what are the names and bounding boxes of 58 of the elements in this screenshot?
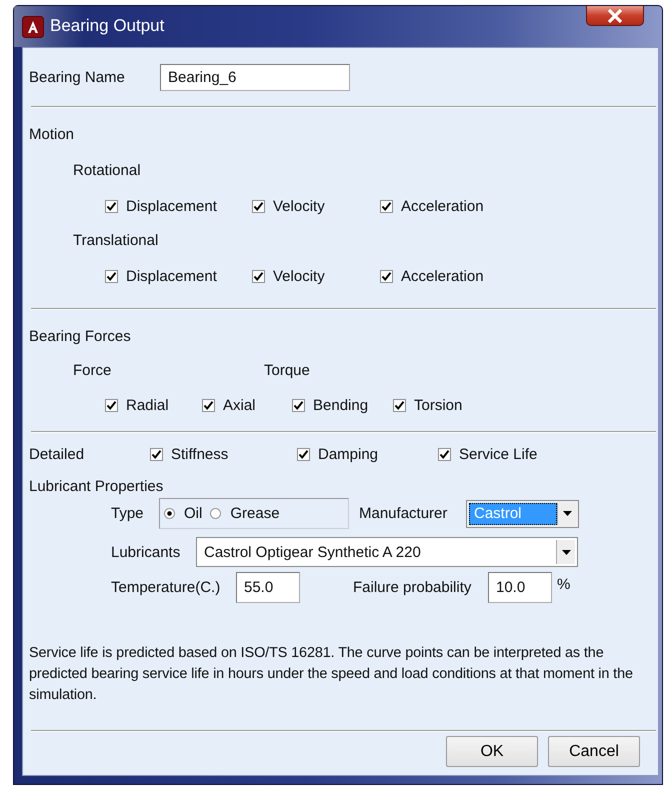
checkbox-label: Velocity — [273, 198, 325, 214]
app-icon — [22, 16, 44, 38]
checkbox[interactable] — [105, 270, 118, 282]
radio-button[interactable] — [210, 508, 222, 519]
group-title: Translational — [73, 232, 160, 251]
checkbox-label: Stiffness — [171, 446, 228, 462]
checkbox-label: Acceleration — [401, 198, 484, 214]
name-field[interactable]: Bearing_6 — [160, 64, 350, 90]
radio-label: Grease — [230, 505, 280, 522]
checkbox-label: Damping — [318, 446, 378, 462]
checkbox[interactable] — [380, 270, 393, 282]
checkbox[interactable] — [150, 448, 163, 460]
checkbox[interactable] — [292, 398, 305, 412]
unit-label: % — [557, 576, 570, 593]
dropdown-value: Castrol — [469, 502, 557, 524]
temperature-field[interactable]: 55.0 — [236, 572, 300, 603]
field-label: Failure probability — [353, 579, 472, 596]
dropdown-value: Castrol Optigear Synthetic A 220 — [203, 544, 422, 560]
section-title: Lubricant Properties — [29, 478, 164, 497]
group-title: Rotational — [73, 162, 142, 181]
group-title: Force — [73, 362, 112, 381]
checkbox-label: Velocity — [273, 268, 325, 284]
checkbox[interactable] — [297, 448, 310, 460]
field-label: Bearing Name — [29, 68, 126, 86]
close-icon — [606, 8, 624, 22]
checkbox[interactable] — [105, 200, 118, 212]
field-label: Lubricants — [111, 544, 182, 560]
description-text: Service life is predicted based on ISO/TS 16281. The curve points can be interpreted as the predicted bearing service life in hours under the speed and load conditions at that moment in the simulation. — [29, 644, 634, 705]
checkbox[interactable] — [252, 200, 265, 212]
section-title: Detailed — [29, 446, 86, 462]
checkbox-label: Displacement — [126, 268, 217, 284]
dialog-button[interactable]: OK — [446, 736, 538, 767]
window-title: Bearing Output — [50, 16, 164, 36]
group-title: Torque — [264, 362, 311, 381]
checkbox[interactable] — [252, 270, 265, 282]
checkbox-label: Radial — [126, 396, 169, 414]
checkbox-label: Displacement — [126, 198, 217, 214]
field-label: Type — [111, 505, 145, 522]
checkbox[interactable] — [105, 398, 118, 412]
checkbox-label: Service Life — [459, 446, 538, 462]
checkbox[interactable] — [393, 398, 406, 412]
field-label: Manufacturer — [359, 505, 448, 522]
radio-label: Oil — [184, 505, 202, 522]
checkbox-label: Torsion — [414, 396, 462, 414]
checkbox[interactable] — [380, 200, 393, 212]
lubricants-dropdown[interactable]: Castrol Optigear Synthetic A 220 — [196, 537, 578, 567]
checkbox-label: Axial — [223, 396, 256, 414]
radio-button[interactable] — [164, 508, 175, 519]
section-title: Bearing Forces — [29, 328, 132, 347]
checkbox[interactable] — [438, 448, 451, 460]
checkbox-label: Acceleration — [401, 268, 484, 284]
dialog-button[interactable]: Cancel — [548, 736, 640, 767]
section-title: Motion — [29, 126, 76, 145]
checkbox-label: Bending — [313, 396, 368, 414]
close-button[interactable] — [586, 6, 644, 26]
field-label: Temperature(C.) — [111, 579, 222, 596]
checkbox[interactable] — [202, 398, 215, 412]
probability-field[interactable]: 10.0 — [488, 572, 552, 603]
